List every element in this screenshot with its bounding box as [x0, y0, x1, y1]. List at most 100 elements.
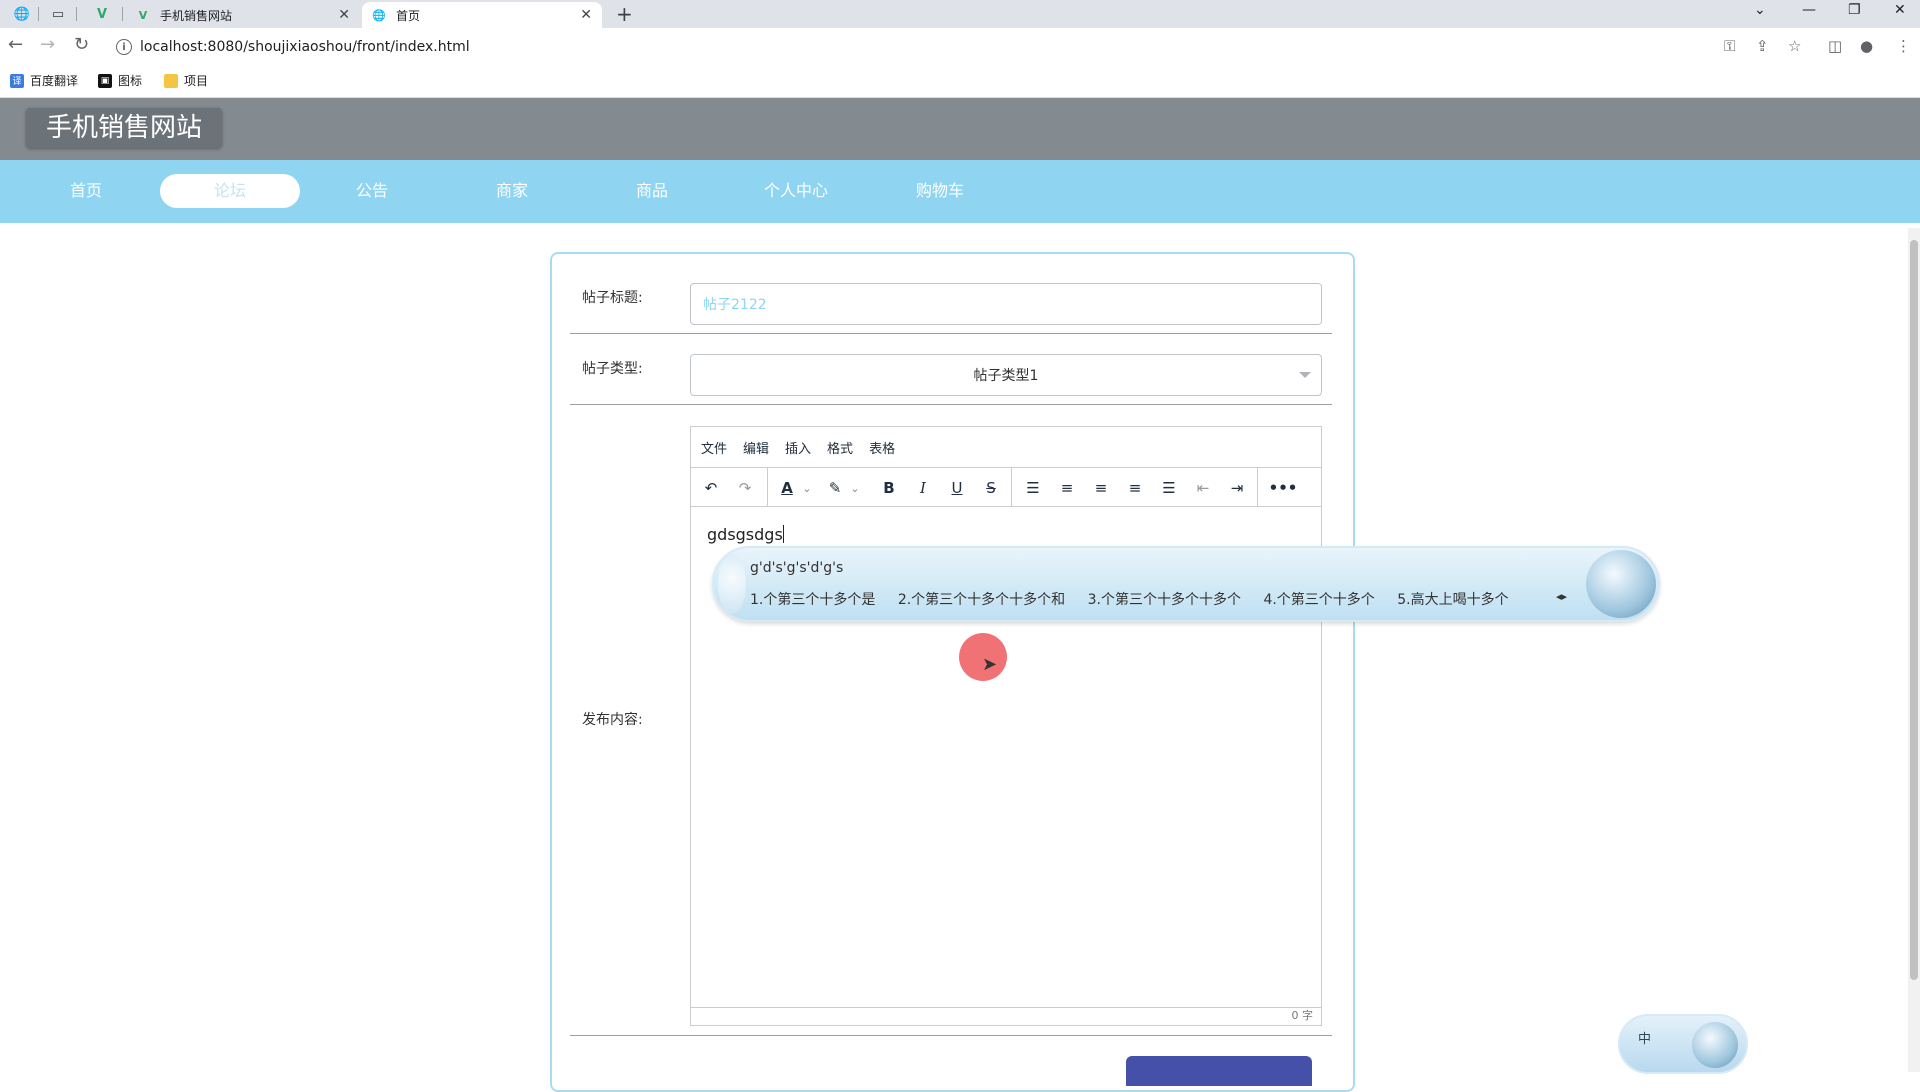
tab-active[interactable]: 🌐 首页 ✕: [362, 2, 602, 28]
bookmark-label: 项目: [184, 74, 209, 88]
ime-candidate[interactable]: 3.个第三个十多个十多个: [1088, 592, 1241, 608]
ime-decoration: [718, 554, 746, 614]
align-center-icon[interactable]: ≡: [1089, 476, 1113, 500]
ime-skin-orb-icon: [1692, 1022, 1738, 1068]
editor-text: gdsgsdgs: [707, 525, 783, 544]
back-icon[interactable]: ←: [8, 34, 23, 55]
ime-candidate[interactable]: 4.个第三个十多个: [1263, 592, 1374, 608]
site-info-icon[interactable]: i: [116, 39, 132, 55]
site-nav: 首页 论坛 公告 商家 商品 个人中心 购物车: [0, 160, 1920, 223]
ime-candidate[interactable]: 2.个第三个十多个十多个和: [898, 592, 1065, 608]
nav-merchant[interactable]: 商家: [442, 174, 582, 208]
pinned-tab-vue-icon[interactable]: V: [90, 0, 114, 28]
tab-title: 手机销售网站: [160, 8, 233, 23]
more-icon[interactable]: •••: [1269, 476, 1298, 500]
vue-icon: V: [138, 8, 148, 22]
profile-icon[interactable]: ●: [1860, 37, 1873, 55]
new-tab-button[interactable]: +: [616, 2, 633, 26]
forward-icon[interactable]: →: [40, 34, 55, 55]
nav-products[interactable]: 商品: [582, 174, 722, 208]
selected-type: 帖子类型1: [973, 368, 1039, 384]
bookmark-baidu-translate[interactable]: 译 百度翻译: [10, 72, 78, 89]
post-type-select[interactable]: 帖子类型1: [690, 354, 1322, 396]
rich-text-editor: 文件 编辑 插入 格式 表格 ↶ ↷ A ⌄ ✎ ⌄ B I U S ☰ ≡ ≡…: [690, 426, 1322, 1026]
browser-toolbar: ← → ↻ i localhost:8080/shoujixiaoshou/fr…: [0, 28, 1920, 66]
menu-format[interactable]: 格式: [827, 438, 853, 457]
editor-toolbar: ↶ ↷ A ⌄ ✎ ⌄ B I U S ☰ ≡ ≡ ≡ ☰ ⇤ ⇥ •••: [691, 467, 1321, 507]
submit-button[interactable]: [1126, 1056, 1312, 1086]
nav-home[interactable]: 首页: [16, 174, 156, 208]
ime-candidate-list: 1.个第三个十多个是 2.个第三个十多个十多个和 3.个第三个十多个十多个 4.…: [750, 589, 1527, 609]
ime-skin-orb-icon: [1586, 550, 1656, 618]
editor-content[interactable]: gdsgsdgs: [707, 525, 784, 544]
italic-icon[interactable]: I: [911, 476, 935, 500]
close-window-icon[interactable]: ✕: [1894, 2, 1906, 18]
align-left-icon[interactable]: ≡: [1055, 476, 1079, 500]
sidepanel-icon[interactable]: ◫: [1828, 37, 1842, 55]
site-title[interactable]: 手机销售网站: [26, 108, 223, 148]
tab-separator: [122, 7, 123, 21]
pinned-tab-globe-icon[interactable]: 🌐: [10, 0, 34, 28]
post-title-input[interactable]: 帖子2122: [690, 283, 1322, 325]
nav-notice[interactable]: 公告: [302, 174, 442, 208]
ime-composition: g'd's'g's'd'g's: [750, 560, 844, 576]
row-divider: [570, 333, 1332, 334]
address-bar[interactable]: i localhost:8080/shoujixiaoshou/front/in…: [108, 33, 1728, 61]
tab-separator: [76, 7, 77, 21]
chevron-down-icon[interactable]: ⌄: [795, 476, 819, 500]
ime-candidate[interactable]: 1.个第三个十多个是: [750, 592, 875, 608]
row-divider: [570, 404, 1332, 405]
toolbar-separator: [1257, 468, 1258, 507]
bookmark-project[interactable]: 项目: [164, 72, 208, 89]
bookmark-label: 百度翻译: [30, 74, 79, 88]
scrollbar-thumb[interactable]: [1910, 240, 1918, 980]
ime-status-bar[interactable]: 中: [1618, 1014, 1748, 1074]
nav-profile[interactable]: 个人中心: [726, 174, 866, 208]
toolbar-separator: [767, 468, 768, 507]
close-icon[interactable]: ✕: [338, 7, 350, 23]
nav-forum[interactable]: 论坛: [160, 174, 300, 208]
align-right-icon[interactable]: ≡: [1123, 476, 1147, 500]
undo-icon[interactable]: ↶: [699, 476, 723, 500]
redo-icon[interactable]: ↷: [733, 476, 757, 500]
globe-icon: 🌐: [372, 8, 386, 22]
menu-icon[interactable]: ⋮: [1896, 37, 1911, 55]
chevron-down-icon[interactable]: ⌄: [843, 476, 867, 500]
menu-table[interactable]: 表格: [869, 438, 895, 457]
tab-site[interactable]: V 手机销售网站 ✕: [126, 2, 360, 28]
bold-icon[interactable]: B: [877, 476, 901, 500]
strikethrough-icon[interactable]: S: [979, 476, 1003, 500]
indent-icon[interactable]: ⇥: [1225, 476, 1249, 500]
ime-candidate[interactable]: 5.高大上喝十多个: [1397, 592, 1508, 608]
menu-edit[interactable]: 编辑: [743, 438, 769, 457]
tab-separator: [38, 7, 39, 21]
menu-insert[interactable]: 插入: [785, 438, 811, 457]
share-icon[interactable]: ⇪: [1756, 37, 1769, 55]
star-icon[interactable]: ☆: [1788, 37, 1801, 55]
page-scrollbar[interactable]: [1908, 228, 1920, 1072]
key-icon[interactable]: ⚿: [1724, 37, 1735, 55]
bookmark-label: 图标: [118, 74, 143, 88]
bookmarks-bar: 译 百度翻译 ▣ 图标 项目: [0, 66, 1920, 98]
chevron-down-icon: [1299, 372, 1311, 378]
page-arrows-icon[interactable]: ◂▸: [1556, 590, 1567, 603]
pinned-tab-blank-icon[interactable]: ▭: [46, 0, 70, 28]
outdent-icon[interactable]: ⇤: [1191, 476, 1215, 500]
type-label: 帖子类型:: [582, 361, 643, 377]
restore-icon[interactable]: ❐: [1848, 2, 1861, 18]
minimize-icon[interactable]: —: [1802, 2, 1816, 18]
nav-cart[interactable]: 购物车: [870, 174, 1010, 208]
bookmark-icons[interactable]: ▣ 图标: [98, 72, 142, 89]
folder-icon: [164, 73, 178, 88]
line-height-icon[interactable]: ☰: [1021, 476, 1045, 500]
translate-icon: 译: [10, 73, 24, 88]
reload-icon[interactable]: ↻: [74, 34, 89, 55]
toolbar-separator: [1011, 468, 1012, 507]
menu-file[interactable]: 文件: [701, 438, 727, 457]
text-caret: [782, 525, 784, 543]
url-text: localhost:8080/shoujixiaoshou/front/inde…: [140, 39, 470, 55]
underline-icon[interactable]: U: [945, 476, 969, 500]
close-icon[interactable]: ✕: [580, 7, 592, 23]
justify-icon[interactable]: ☰: [1157, 476, 1181, 500]
tab-search-icon[interactable]: ⌄: [1754, 2, 1766, 18]
